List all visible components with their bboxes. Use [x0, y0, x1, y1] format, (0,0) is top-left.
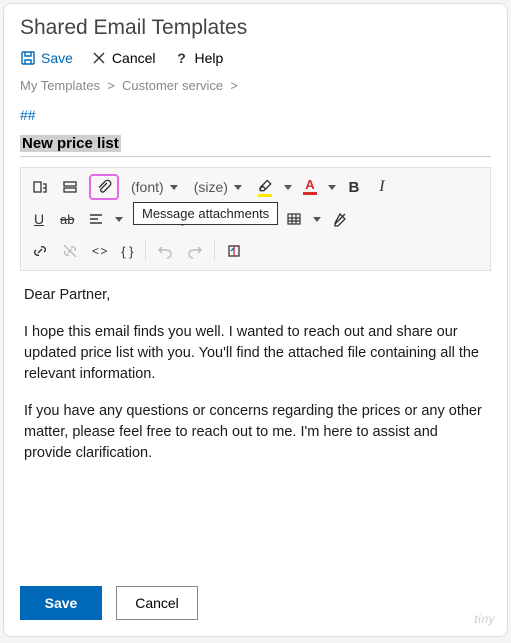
- cancel-icon: [91, 50, 107, 66]
- template-name-field[interactable]: New price list: [20, 131, 491, 157]
- hash-marker[interactable]: ##: [20, 107, 491, 123]
- save-icon: [20, 50, 36, 66]
- title-icons: [477, 20, 491, 36]
- chevron-down-icon[interactable]: [328, 185, 336, 190]
- layout-icon[interactable]: [59, 174, 81, 200]
- cancel-button[interactable]: Cancel: [116, 586, 198, 620]
- panel: Shared Email Templates Save: [3, 3, 508, 637]
- tiny-logo: tiny: [474, 612, 495, 626]
- cancel-action[interactable]: Cancel: [91, 50, 156, 66]
- insert-template-button[interactable]: [223, 238, 245, 264]
- body-paragraph-2: If you have any questions or concerns re…: [24, 401, 487, 464]
- strikethrough-button[interactable]: ab: [57, 206, 77, 232]
- window-title: Shared Email Templates: [20, 16, 247, 40]
- underline-button[interactable]: U: [29, 206, 49, 232]
- actionbar: Save Cancel ? Help: [20, 50, 491, 66]
- italic-button[interactable]: I: [372, 174, 392, 200]
- editor-toolbar: (font) (size) A: [20, 167, 491, 271]
- breadcrumb[interactable]: My Templates > Customer service >: [20, 78, 491, 93]
- chevron-down-icon: [170, 185, 178, 190]
- unlink-button[interactable]: [59, 238, 81, 264]
- chevron-down-icon: [234, 185, 242, 190]
- body-greeting: Dear Partner,: [24, 285, 487, 306]
- clear-formatting-button[interactable]: [329, 206, 351, 232]
- table-button[interactable]: [283, 206, 305, 232]
- help-icon: ?: [174, 50, 190, 66]
- font-color-button[interactable]: A: [300, 174, 320, 200]
- font-size-select[interactable]: (size): [190, 179, 246, 195]
- footer: Save Cancel: [20, 578, 491, 620]
- breadcrumb-folder[interactable]: Customer service: [122, 78, 223, 93]
- breadcrumb-root[interactable]: My Templates: [20, 78, 100, 93]
- save-action[interactable]: Save: [20, 50, 73, 66]
- titlebar: Shared Email Templates: [20, 16, 491, 40]
- chevron-down-icon[interactable]: [313, 217, 321, 222]
- redo-button[interactable]: [184, 238, 206, 264]
- font-family-label: (font): [131, 179, 164, 195]
- save-button[interactable]: Save: [20, 586, 102, 620]
- template-name-text: New price list: [20, 135, 121, 152]
- attachment-tooltip: Message attachments: [133, 202, 278, 225]
- bold-button[interactable]: B: [344, 174, 364, 200]
- chevron-down-icon[interactable]: [115, 217, 123, 222]
- font-size-label: (size): [194, 179, 228, 195]
- attachment-button[interactable]: [89, 174, 119, 200]
- font-family-select[interactable]: (font): [127, 179, 182, 195]
- help-label: Help: [195, 50, 224, 66]
- help-action[interactable]: ? Help: [174, 50, 224, 66]
- separator: [214, 241, 215, 261]
- chevron-down-icon[interactable]: [284, 185, 292, 190]
- link-button[interactable]: [29, 238, 51, 264]
- undo-button[interactable]: [154, 238, 176, 264]
- editor-body[interactable]: Dear Partner, I hope this email finds yo…: [20, 271, 491, 578]
- insert-variable-button[interactable]: { }: [117, 238, 137, 264]
- separator: [145, 241, 146, 261]
- align-button[interactable]: [85, 206, 107, 232]
- source-code-button[interactable]: < >: [89, 238, 109, 264]
- body-paragraph-1: I hope this email finds you well. I want…: [24, 322, 487, 385]
- insert-macro-icon[interactable]: [29, 174, 51, 200]
- save-label: Save: [41, 50, 73, 66]
- cancel-label: Cancel: [112, 50, 156, 66]
- highlight-color-button[interactable]: [254, 174, 276, 200]
